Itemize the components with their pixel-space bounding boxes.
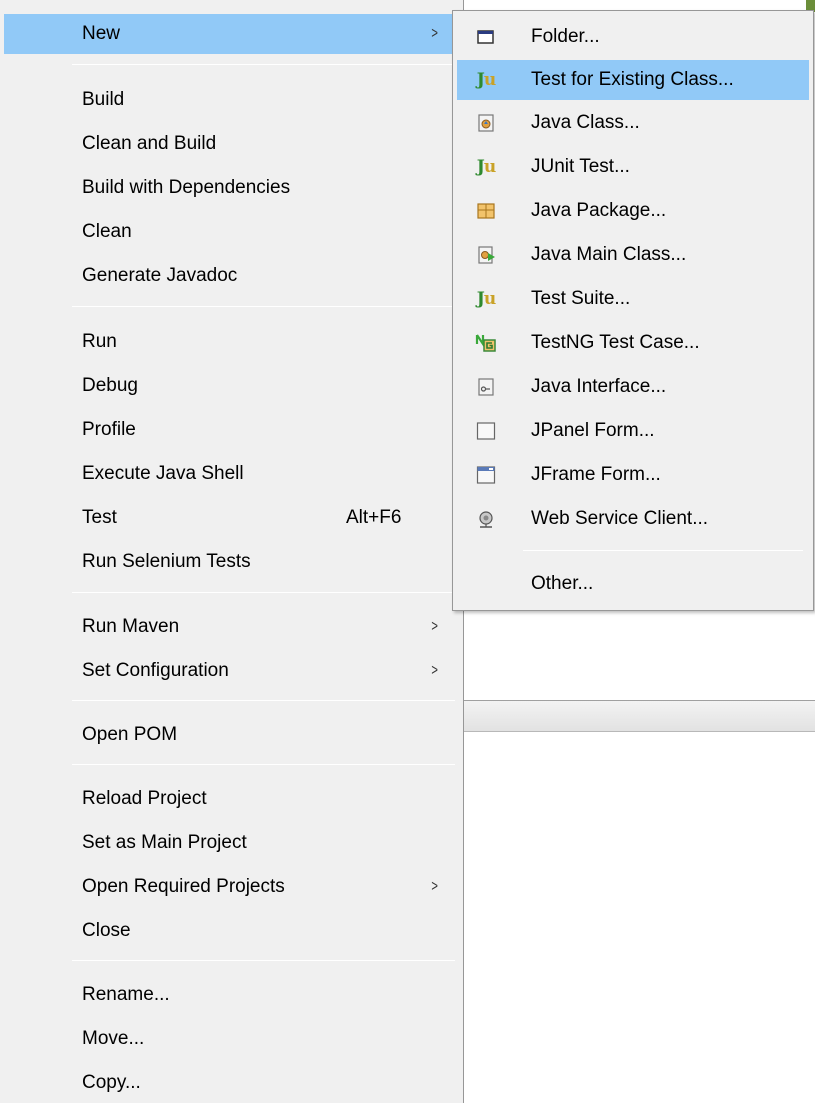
menu-item-shortcut: Alt+F6	[346, 507, 402, 528]
menu-item-label: Execute Java Shell	[82, 463, 244, 484]
background-panel-header	[463, 700, 815, 732]
submenu-item-label: Folder...	[531, 26, 600, 47]
menu-item-label: Copy...	[82, 1072, 141, 1093]
menu-item-label: Profile	[82, 419, 136, 440]
submenu-item-label: JUnit Test...	[531, 156, 630, 177]
chevron-right-icon: >	[431, 25, 438, 42]
menu-item-set-as-main-project[interactable]: Set as Main Project	[4, 823, 459, 863]
submenu-item-testng-test-case[interactable]: TestNG Test Case...	[457, 323, 809, 363]
menu-separator	[72, 700, 455, 701]
menu-item-label: Rename...	[82, 984, 170, 1005]
junit-icon: Ju	[476, 157, 496, 177]
menu-item-close[interactable]: Close	[4, 911, 459, 951]
submenu-item-label: Java Interface...	[531, 376, 667, 397]
menu-separator	[72, 960, 455, 961]
menu-item-label: Run	[82, 331, 117, 352]
menu-item-label: Generate Javadoc	[82, 265, 238, 286]
submenu-item-label: JPanel Form...	[531, 420, 655, 441]
menu-item-label: Reload Project	[82, 788, 207, 809]
menu-item-build-with-dependencies[interactable]: Build with Dependencies	[4, 168, 459, 208]
submenu-item-other[interactable]: Other...	[457, 564, 809, 604]
submenu-item-label: TestNG Test Case...	[531, 332, 700, 353]
menu-item-clean-and-build[interactable]: Clean and Build	[4, 124, 459, 164]
menu-item-label: Open POM	[82, 724, 178, 745]
menu-item-label: Clean and Build	[82, 133, 217, 154]
menu-item-label: Open Required Projects	[82, 876, 285, 897]
menu-separator	[72, 764, 455, 765]
submenu-item-java-main-class[interactable]: Java Main Class...	[457, 235, 809, 275]
junit-icon: Ju	[476, 289, 496, 309]
menu-item-label: Test	[82, 507, 117, 528]
java-package-icon	[475, 200, 497, 222]
menu-item-test[interactable]: Test Alt+F6	[4, 498, 459, 538]
submenu-item-web-service-client[interactable]: Web Service Client...	[457, 499, 809, 539]
submenu-item-junit-test[interactable]: Ju JUnit Test...	[457, 147, 809, 187]
menu-item-run[interactable]: Run	[4, 322, 459, 362]
menu-item-reload-project[interactable]: Reload Project	[4, 779, 459, 819]
menu-item-profile[interactable]: Profile	[4, 410, 459, 450]
submenu-item-folder[interactable]: Folder...	[457, 17, 809, 57]
menu-item-clean[interactable]: Clean	[4, 212, 459, 252]
submenu-item-label: Web Service Client...	[531, 508, 709, 529]
submenu-item-label: Java Package...	[531, 200, 667, 221]
menu-separator	[72, 64, 455, 65]
menu-separator	[72, 592, 455, 593]
menu-item-run-maven[interactable]: Run Maven >	[4, 607, 459, 647]
menu-separator	[72, 306, 455, 307]
submenu-item-jframe-form[interactable]: JFrame Form...	[457, 455, 809, 495]
chevron-right-icon: >	[431, 878, 438, 895]
java-class-icon	[475, 112, 497, 134]
new-submenu: Folder... Ju Test for Existing Class... …	[452, 10, 814, 611]
junit-icon: Ju	[476, 70, 496, 90]
submenu-item-label: Test for Existing Class...	[531, 69, 734, 90]
menu-item-move[interactable]: Move...	[4, 1019, 459, 1059]
menu-item-label: Run Maven	[82, 616, 180, 637]
menu-item-build[interactable]: Build	[4, 80, 459, 120]
folder-icon	[475, 26, 497, 48]
menu-item-label: Set Configuration	[82, 660, 229, 681]
menu-item-label: Build	[82, 89, 125, 110]
submenu-item-java-interface[interactable]: Java Interface...	[457, 367, 809, 407]
jpanel-icon	[475, 420, 497, 442]
submenu-item-test-for-existing-class[interactable]: Ju Test for Existing Class...	[457, 60, 809, 100]
submenu-item-java-package[interactable]: Java Package...	[457, 191, 809, 231]
menu-item-label: Clean	[82, 221, 132, 242]
project-context-menu: New > Build Clean and Build Build with D…	[0, 0, 464, 1103]
java-interface-icon	[475, 376, 497, 398]
chevron-right-icon: >	[431, 662, 438, 679]
menu-separator	[523, 550, 803, 551]
java-main-class-icon	[475, 244, 497, 266]
menu-item-copy[interactable]: Copy...	[4, 1063, 459, 1103]
menu-item-debug[interactable]: Debug	[4, 366, 459, 406]
menu-item-label: Run Selenium Tests	[82, 551, 251, 572]
chevron-right-icon: >	[431, 618, 438, 635]
menu-item-label: Move...	[82, 1028, 145, 1049]
menu-item-label: Debug	[82, 375, 138, 396]
submenu-item-label: Other...	[531, 573, 594, 594]
submenu-item-label: JFrame Form...	[531, 464, 661, 485]
menu-item-open-pom[interactable]: Open POM	[4, 715, 459, 755]
web-service-icon	[475, 508, 497, 530]
submenu-item-java-class[interactable]: Java Class...	[457, 103, 809, 143]
menu-item-label: New	[82, 23, 121, 44]
menu-item-run-selenium-tests[interactable]: Run Selenium Tests	[4, 542, 459, 582]
menu-item-open-required-projects[interactable]: Open Required Projects >	[4, 867, 459, 907]
menu-item-generate-javadoc[interactable]: Generate Javadoc	[4, 256, 459, 296]
submenu-item-test-suite[interactable]: Ju Test Suite...	[457, 279, 809, 319]
menu-item-set-configuration[interactable]: Set Configuration >	[4, 651, 459, 691]
jframe-icon	[475, 464, 497, 486]
menu-item-execute-java-shell[interactable]: Execute Java Shell	[4, 454, 459, 494]
submenu-item-jpanel-form[interactable]: JPanel Form...	[457, 411, 809, 451]
menu-item-label: Close	[82, 920, 131, 941]
menu-item-rename[interactable]: Rename...	[4, 975, 459, 1015]
menu-item-new[interactable]: New >	[4, 14, 459, 54]
submenu-item-label: Test Suite...	[531, 288, 631, 309]
submenu-item-label: Java Class...	[531, 112, 640, 133]
menu-item-label: Set as Main Project	[82, 832, 247, 853]
submenu-item-label: Java Main Class...	[531, 244, 687, 265]
menu-item-label: Build with Dependencies	[82, 177, 291, 198]
testng-icon	[475, 332, 497, 354]
